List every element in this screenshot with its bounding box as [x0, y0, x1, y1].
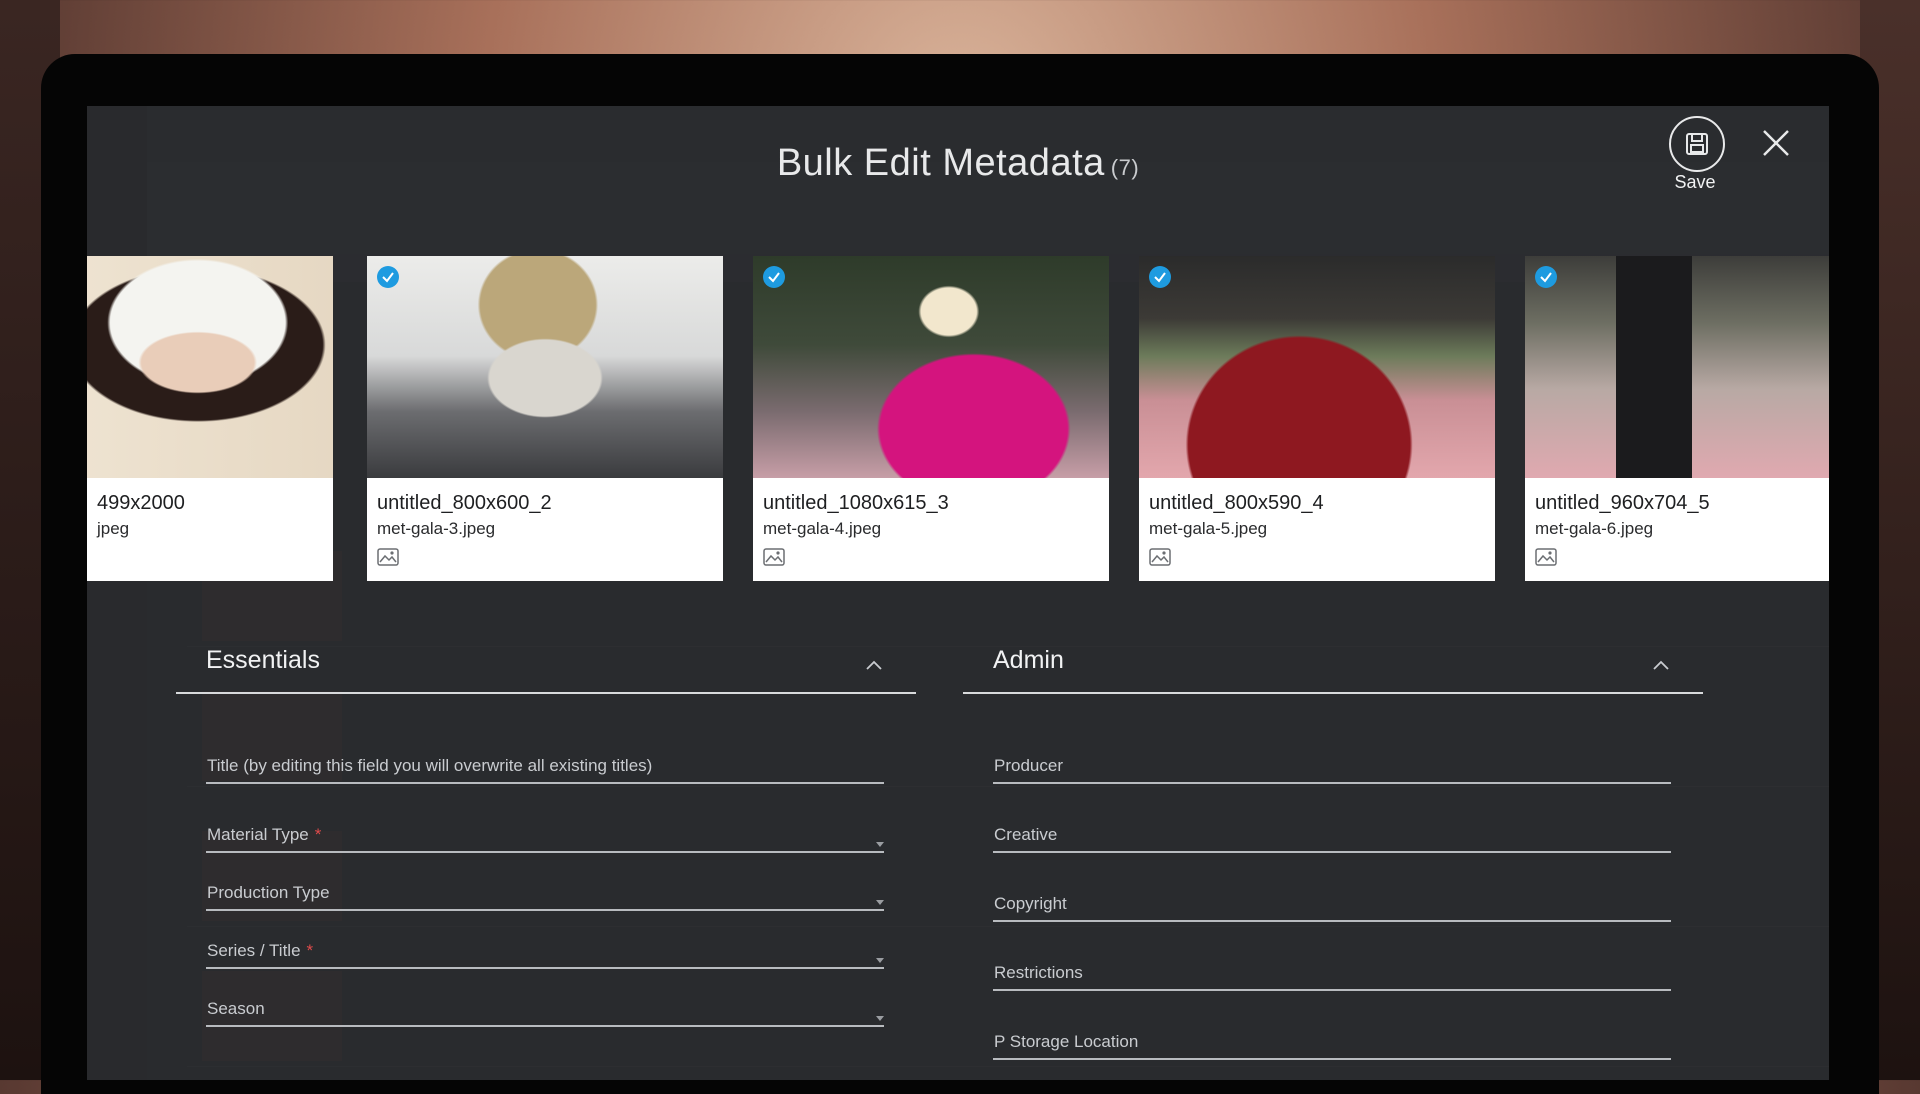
app-screen: Bulk Edit Metadata (7) Save 499x2000 jpeg — [87, 106, 1829, 1080]
image-icon — [763, 548, 785, 566]
image-icon — [377, 548, 399, 566]
required-asterisk: * — [314, 825, 322, 844]
chevron-up-icon[interactable] — [1653, 660, 1669, 670]
field-label: Restrictions — [994, 963, 1083, 982]
asset-name: untitled_800x600_2 — [377, 492, 552, 514]
close-button[interactable] — [1759, 126, 1793, 160]
field-underline — [206, 782, 884, 784]
image-icon — [1535, 548, 1557, 566]
asset-filename: jpeg — [97, 519, 130, 538]
field-label: Title (by editing this field you will ov… — [207, 756, 653, 775]
field-underline — [993, 782, 1671, 784]
series-title-select[interactable]: Series / Title * — [206, 911, 884, 969]
field-label: Season — [207, 999, 265, 1018]
section-divider — [963, 692, 1703, 694]
save-icon — [1686, 133, 1708, 155]
save-button[interactable] — [1669, 116, 1725, 172]
modal-title: Bulk Edit Metadata (7) — [87, 142, 1829, 185]
selected-check[interactable] — [763, 266, 785, 288]
field-label: Producer — [994, 756, 1063, 775]
producer-field[interactable]: Producer — [993, 726, 1671, 784]
asset-filename: met-gala-4.jpeg — [763, 519, 882, 538]
asset-thumbnail — [87, 256, 333, 478]
asset-card[interactable]: 499x2000 jpeg — [87, 256, 333, 581]
restrictions-field[interactable]: Restrictions — [993, 933, 1671, 991]
asset-card[interactable]: untitled_800x600_2 met-gala-3.jpeg — [367, 256, 723, 581]
asset-carousel[interactable]: 499x2000 jpeg untitled_800x600_2 met-gal… — [87, 256, 1829, 586]
section-divider — [176, 692, 916, 694]
field-label: Production Type — [207, 883, 330, 902]
asset-name: untitled_800x590_4 — [1149, 492, 1324, 514]
check-icon — [1154, 272, 1166, 283]
dropdown-arrow-icon — [876, 958, 884, 963]
storage-location-field[interactable]: P Storage Location — [993, 1002, 1671, 1060]
asset-filename: met-gala-5.jpeg — [1149, 519, 1268, 538]
asset-thumbnail — [1525, 256, 1829, 478]
asset-thumbnail — [753, 256, 1109, 478]
check-icon — [1540, 272, 1552, 283]
selection-count: (7) — [1110, 155, 1140, 180]
chevron-up-icon[interactable] — [866, 660, 882, 670]
asset-card[interactable]: untitled_960x704_5 met-gala-6.jpeg — [1525, 256, 1829, 581]
asset-filename: met-gala-3.jpeg — [377, 519, 496, 538]
asset-card[interactable]: untitled_1080x615_3 met-gala-4.jpeg — [753, 256, 1109, 581]
close-icon — [1763, 130, 1789, 156]
field-label: Creative — [994, 825, 1058, 844]
field-underline — [206, 1025, 884, 1027]
dropdown-arrow-icon — [876, 1016, 884, 1021]
asset-thumbnail — [367, 256, 723, 478]
material-type-select[interactable]: Material Type * — [206, 795, 884, 853]
field-label: P Storage Location — [994, 1032, 1139, 1051]
asset-name: untitled_960x704_5 — [1535, 492, 1710, 514]
required-asterisk: * — [306, 941, 314, 960]
title-field[interactable]: Title (by editing this field you will ov… — [206, 726, 884, 784]
season-select[interactable]: Season — [206, 969, 884, 1027]
field-label: Copyright — [994, 894, 1067, 913]
field-underline — [993, 851, 1671, 853]
image-icon — [1149, 548, 1171, 566]
asset-name: 499x2000 — [97, 492, 185, 514]
selected-check[interactable] — [377, 266, 399, 288]
selected-check[interactable] — [1149, 266, 1171, 288]
modal-title-text: Bulk Edit Metadata — [776, 142, 1105, 184]
field-underline — [993, 989, 1671, 991]
asset-thumbnail — [1139, 256, 1495, 478]
field-label: Series / Title * — [207, 941, 314, 960]
check-icon — [382, 272, 394, 283]
essentials-title: Essentials — [206, 646, 320, 674]
field-underline — [993, 920, 1671, 922]
asset-name: untitled_1080x615_3 — [763, 492, 949, 514]
creative-field[interactable]: Creative — [993, 795, 1671, 853]
admin-title: Admin — [993, 646, 1064, 674]
field-underline — [993, 1058, 1671, 1060]
production-type-select[interactable]: Production Type — [206, 853, 884, 911]
selected-check[interactable] — [1535, 266, 1557, 288]
check-icon — [768, 272, 780, 283]
copyright-field[interactable]: Copyright — [993, 864, 1671, 922]
asset-card[interactable]: untitled_800x590_4 met-gala-5.jpeg — [1139, 256, 1495, 581]
asset-filename: met-gala-6.jpeg — [1535, 519, 1654, 538]
dropdown-arrow-icon — [876, 900, 884, 905]
field-label: Material Type * — [207, 825, 322, 844]
dropdown-arrow-icon — [876, 842, 884, 847]
save-label[interactable]: Save — [1655, 172, 1735, 193]
